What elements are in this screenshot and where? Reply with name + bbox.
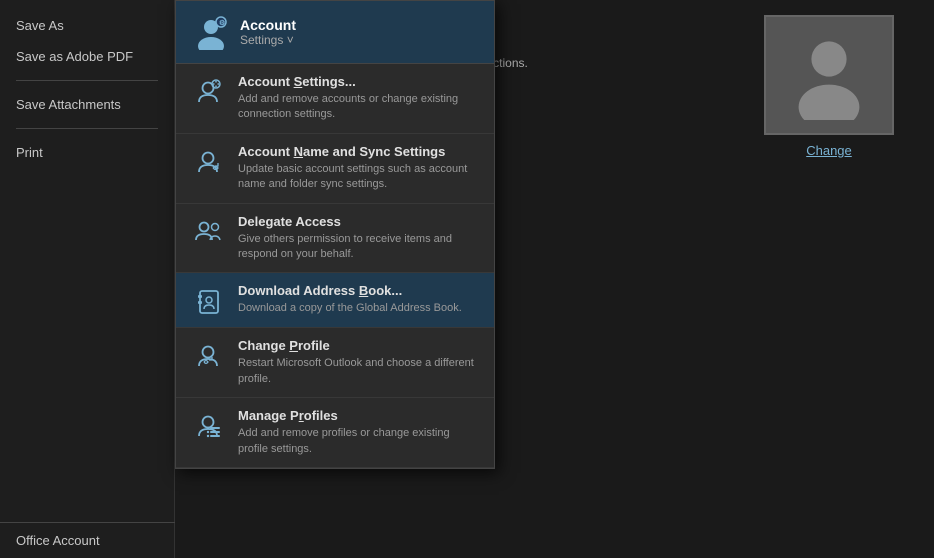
profile-photo-container: Change <box>764 15 894 158</box>
delegate-title: Delegate Access <box>238 214 478 229</box>
menu-item-sync-settings[interactable]: Account Name and Sync Settings Update ba… <box>176 134 494 204</box>
account-button-icon: ⚙ <box>192 13 230 51</box>
dropdown-menu: ⚙ Account Settings ˅ Account Settings... <box>175 0 495 469</box>
manage-profiles-text: Manage Profiles Add and remove profiles … <box>238 408 478 457</box>
account-button[interactable]: ⚙ Account Settings ˅ <box>176 1 494 64</box>
account-icon-svg: ⚙ <box>193 14 229 50</box>
menu-item-delegate[interactable]: Delegate Access Give others permission t… <box>176 204 494 274</box>
menu-item-account-settings[interactable]: Account Settings... Add and remove accou… <box>176 64 494 134</box>
account-settings-desc: Add and remove accounts or change existi… <box>238 92 478 123</box>
account-settings-icon <box>192 76 224 108</box>
office-account-label: Office Account <box>16 533 100 548</box>
sidebar-item-save-as[interactable]: Save As <box>0 10 174 41</box>
sync-settings-text: Account Name and Sync Settings Update ba… <box>238 144 478 193</box>
menu-item-change-profile[interactable]: Change Profile Restart Microsoft Outlook… <box>176 328 494 398</box>
account-label-text: Account <box>240 17 296 33</box>
change-profile-desc: Restart Microsoft Outlook and choose a d… <box>238 356 478 387</box>
sync-settings-title: Account Name and Sync Settings <box>238 144 478 159</box>
change-profile-icon <box>192 340 224 372</box>
svg-text:⚙: ⚙ <box>219 19 225 27</box>
sidebar-divider-2 <box>16 128 158 129</box>
sync-settings-icon <box>192 146 224 178</box>
account-button-sublabel: Settings ˅ <box>240 33 296 47</box>
delegate-icon <box>192 216 224 248</box>
address-book-text: Download Address Book... Download a copy… <box>238 283 478 316</box>
sidebar-item-print[interactable]: Print <box>0 137 174 168</box>
change-photo-link[interactable]: Change <box>806 143 852 158</box>
address-book-desc: Download a copy of the Global Address Bo… <box>238 301 478 316</box>
change-profile-title: Change Profile <box>238 338 478 353</box>
profile-photo-svg <box>789 30 869 120</box>
sidebar-divider-1 <box>16 80 158 81</box>
profile-photo <box>764 15 894 135</box>
manage-profiles-title: Manage Profiles <box>238 408 478 423</box>
sidebar: Save As Save as Adobe PDF Save Attachmen… <box>0 0 175 558</box>
sidebar-item-save-pdf[interactable]: Save as Adobe PDF <box>0 41 174 72</box>
sidebar-item-save-attachments[interactable]: Save Attachments <box>0 89 174 120</box>
change-profile-text: Change Profile Restart Microsoft Outlook… <box>238 338 478 387</box>
manage-profiles-icon <box>192 410 224 442</box>
sidebar-bottom: Office Account <box>0 522 175 558</box>
delegate-text: Delegate Access Give others permission t… <box>238 214 478 263</box>
account-button-label: Account <box>240 17 296 33</box>
account-settings-text: Account Settings... Add and remove accou… <box>238 74 478 123</box>
menu-item-manage-profiles[interactable]: Manage Profiles Add and remove profiles … <box>176 398 494 468</box>
address-book-title: Download Address Book... <box>238 283 478 298</box>
menu-item-address-book[interactable]: Download Address Book... Download a copy… <box>176 273 494 328</box>
address-book-icon <box>192 285 224 317</box>
account-settings-title: Account Settings... <box>238 74 478 89</box>
manage-profiles-desc: Add and remove profiles or change existi… <box>238 426 478 457</box>
sync-settings-desc: Update basic account settings such as ac… <box>238 162 478 193</box>
delegate-desc: Give others permission to receive items … <box>238 232 478 263</box>
